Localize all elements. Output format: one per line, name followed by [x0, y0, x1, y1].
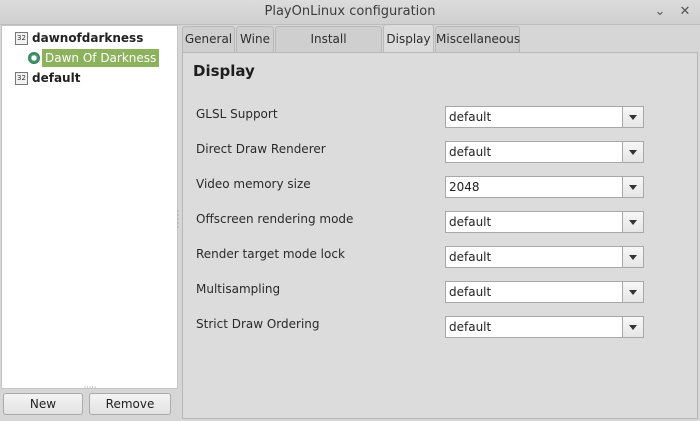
tab-wine[interactable]: Wine	[236, 26, 274, 52]
render-target-mode-lock-label: Render target mode lock	[196, 247, 345, 261]
horizontal-splitter-handle[interactable]: ·····	[78, 384, 102, 392]
display-panel: Display GLSL Support default Direct Draw…	[182, 52, 698, 419]
tree-item-dawn-of-darkness[interactable]: Dawn Of Darkness	[28, 49, 168, 67]
32bit-badge-icon: 32	[15, 32, 28, 45]
select-value: default	[449, 285, 492, 299]
new-button[interactable]: New	[3, 393, 83, 415]
select-value: default	[449, 110, 492, 124]
video-memory-size-label: Video memory size	[196, 177, 311, 191]
strict-draw-ordering-select[interactable]: default	[445, 316, 644, 338]
direct-draw-renderer-select[interactable]: default	[445, 141, 644, 163]
video-memory-size-select[interactable]: 2048	[445, 176, 644, 198]
tree-item-label: dawnofdarkness	[32, 31, 144, 45]
vertical-splitter-handle[interactable]: · · · · ·	[176, 208, 180, 232]
select-value: default	[449, 250, 492, 264]
window-title: PlayOnLinux configuration	[264, 4, 436, 19]
tree-item-label: default	[32, 71, 81, 85]
glsl-support-select[interactable]: default	[445, 106, 644, 128]
title-bar: PlayOnLinux configuration ⌄ ✕	[0, 0, 700, 25]
tab-general[interactable]: General	[182, 26, 235, 52]
tab-miscellaneous[interactable]: Miscellaneous	[435, 26, 520, 52]
offscreen-rendering-mode-select[interactable]: default	[445, 211, 644, 233]
chevron-down-icon[interactable]	[622, 317, 643, 337]
tab-display[interactable]: Display	[383, 24, 434, 52]
chevron-down-icon[interactable]	[622, 212, 643, 232]
tree-item-label: Dawn Of Darkness	[42, 49, 160, 67]
chevron-down-icon[interactable]	[622, 107, 643, 127]
chevron-down-icon[interactable]	[622, 247, 643, 267]
offscreen-rendering-mode-label: Offscreen rendering mode	[196, 212, 354, 226]
select-value: default	[449, 215, 492, 229]
chevron-down-icon[interactable]	[622, 142, 643, 162]
chevron-down-icon[interactable]	[622, 177, 643, 197]
remove-button[interactable]: Remove	[89, 393, 171, 415]
multisampling-label: Multisampling	[196, 282, 281, 296]
prefix-tree: 32 dawnofdarkness Dawn Of Darkness 32 de…	[1, 25, 178, 389]
select-value: default	[449, 320, 492, 334]
wine-gear-icon	[28, 52, 40, 64]
select-value: default	[449, 145, 492, 159]
close-icon[interactable]: ✕	[676, 3, 694, 21]
32bit-badge-icon: 32	[15, 72, 28, 85]
multisampling-select[interactable]: default	[445, 281, 644, 303]
chevron-down-icon[interactable]	[622, 282, 643, 302]
render-target-mode-lock-select[interactable]: default	[445, 246, 644, 268]
minimize-icon[interactable]: ⌄	[651, 3, 669, 21]
select-value: 2048	[449, 180, 480, 194]
glsl-support-label: GLSL Support	[196, 107, 278, 121]
direct-draw-renderer-label: Direct Draw Renderer	[196, 142, 326, 156]
panel-heading: Display	[193, 62, 255, 80]
tab-install-components[interactable]: Install components	[275, 26, 382, 71]
strict-draw-ordering-label: Strict Draw Ordering	[196, 317, 320, 331]
